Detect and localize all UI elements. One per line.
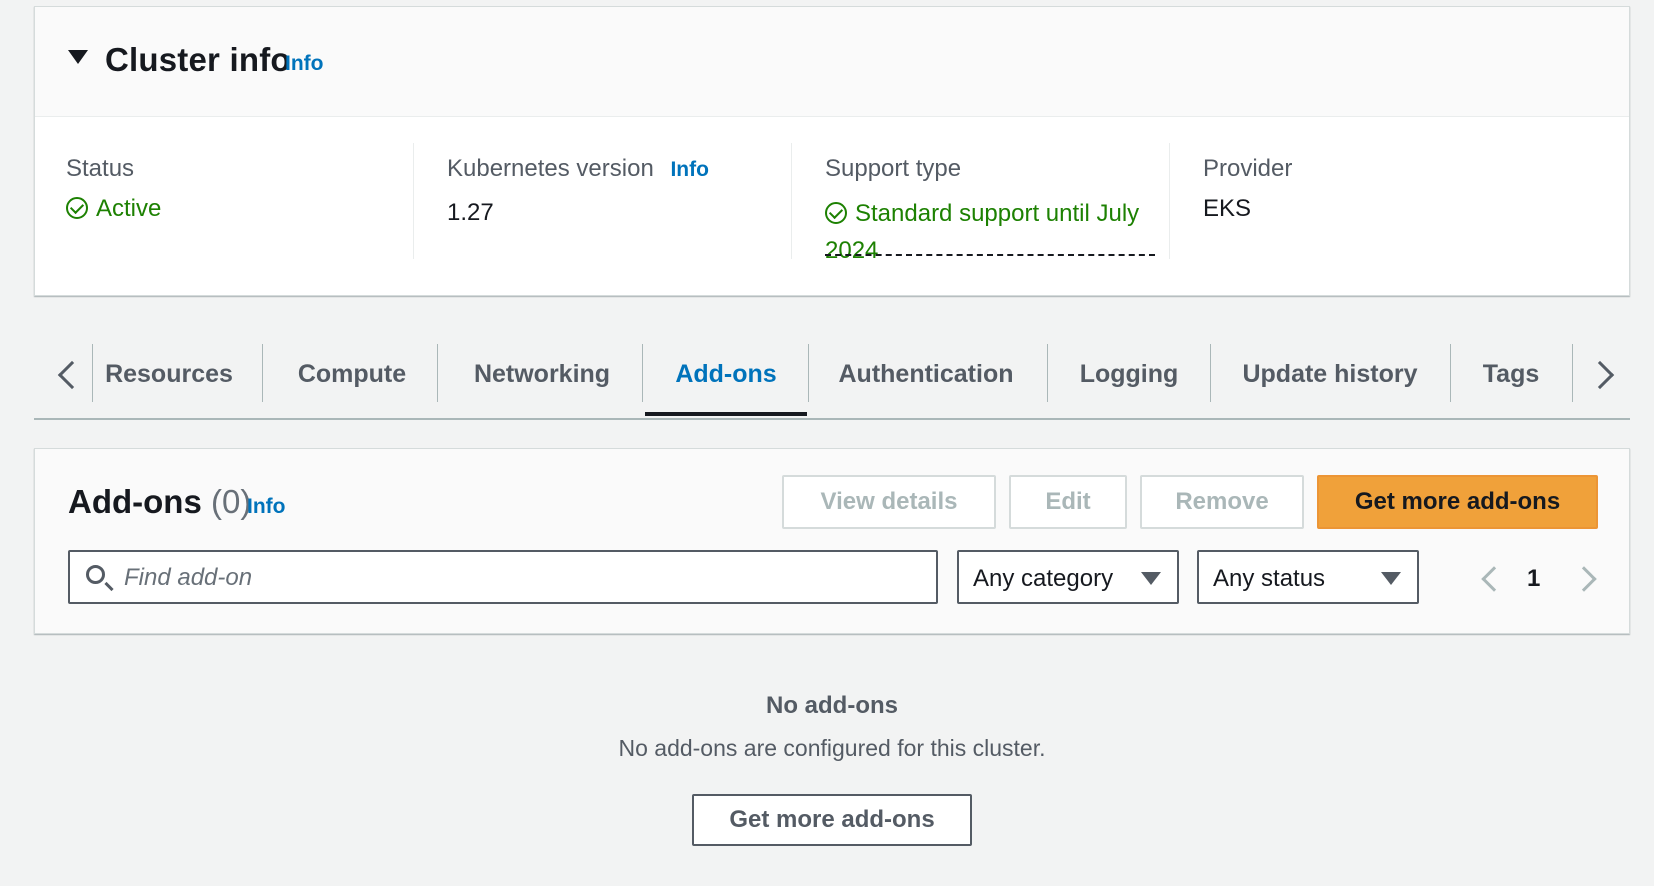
cluster-info-link[interactable]: Info [285, 52, 323, 76]
chevron-right-icon[interactable] [1582, 352, 1622, 396]
status-select[interactable]: Any status [1197, 550, 1419, 604]
empty-state-description: No add-ons are configured for this clust… [618, 735, 1046, 761]
tab-add-ons[interactable]: Add-ons [645, 336, 807, 418]
caret-down-icon[interactable] [68, 50, 88, 64]
tab-update-history[interactable]: Update history [1210, 336, 1450, 418]
status-label: Status [66, 155, 135, 182]
add-ons-count: (0) [210, 483, 252, 520]
empty-state-get-more-button[interactable]: Get more add-ons [692, 794, 972, 846]
category-select[interactable]: Any category [957, 550, 1179, 604]
remove-button[interactable]: Remove [1140, 475, 1304, 529]
provider-value: EKS [1203, 195, 1252, 222]
provider-label: Provider [1203, 155, 1293, 182]
search-icon [86, 565, 105, 584]
search-box[interactable] [68, 550, 938, 604]
caret-down-icon [1141, 572, 1161, 585]
provider-column: Provider EKS [1203, 143, 1533, 267]
chevron-right-icon[interactable] [1571, 563, 1603, 593]
chevron-left-icon[interactable] [44, 352, 87, 396]
get-more-add-ons-button[interactable]: Get more add-ons [1317, 475, 1598, 529]
view-details-button[interactable]: View details [782, 475, 996, 529]
tab-separator [1572, 344, 1573, 402]
add-ons-panel: Add-ons (0) Info View details Edit Remov… [34, 448, 1630, 634]
column-divider [1169, 143, 1170, 259]
edit-button[interactable]: Edit [1009, 475, 1127, 529]
support-type-column: Support type Standard support until July… [825, 143, 1165, 267]
column-divider [413, 143, 414, 259]
support-type-label: Support type [825, 155, 962, 182]
chevron-left-icon[interactable] [1475, 563, 1507, 593]
cluster-info-title: Cluster info [105, 41, 291, 78]
status-value: Active [66, 195, 161, 223]
cluster-info-panel: Cluster info Info Status Active Kubernet… [34, 6, 1630, 296]
tab-tags[interactable]: Tags [1450, 336, 1572, 418]
caret-down-icon [1381, 572, 1401, 585]
add-ons-title-text: Add-ons [68, 483, 202, 520]
empty-state-title: No add-ons [766, 692, 898, 719]
kubernetes-version-label-text: Kubernetes version [447, 155, 654, 182]
category-select-label: Any category [973, 565, 1114, 592]
search-input[interactable] [122, 560, 926, 596]
page-number[interactable]: 1 [1527, 565, 1540, 593]
tab-compute[interactable]: Compute [262, 336, 442, 418]
tab-networking[interactable]: Networking [437, 336, 647, 418]
check-circle-icon [66, 197, 88, 219]
add-ons-info-link[interactable]: Info [247, 495, 285, 519]
status-value-text: Active [96, 195, 162, 222]
cluster-info-header[interactable]: Cluster info Info [35, 7, 1629, 117]
column-divider [791, 143, 792, 259]
support-type-value[interactable]: Standard support until July 2024 [825, 195, 1155, 269]
add-ons-title: Add-ons (0) [68, 483, 251, 521]
status-select-label: Any status [1213, 565, 1326, 592]
kubernetes-version-label: Kubernetes version Info [447, 155, 709, 183]
tab-bar: Resources Compute Networking Add-ons Aut… [34, 336, 1630, 420]
kubernetes-version-column: Kubernetes version Info 1.27 [447, 143, 777, 267]
kubernetes-version-info-link[interactable]: Info [670, 158, 708, 181]
kubernetes-version-value: 1.27 [447, 199, 494, 226]
tab-separator [642, 344, 643, 402]
dashed-underline [825, 254, 1155, 256]
tab-logging[interactable]: Logging [1047, 336, 1211, 418]
status-column: Status Active [66, 143, 396, 267]
check-circle-icon [825, 202, 847, 224]
tab-resources[interactable]: Resources [92, 336, 246, 418]
tab-authentication[interactable]: Authentication [808, 336, 1044, 418]
